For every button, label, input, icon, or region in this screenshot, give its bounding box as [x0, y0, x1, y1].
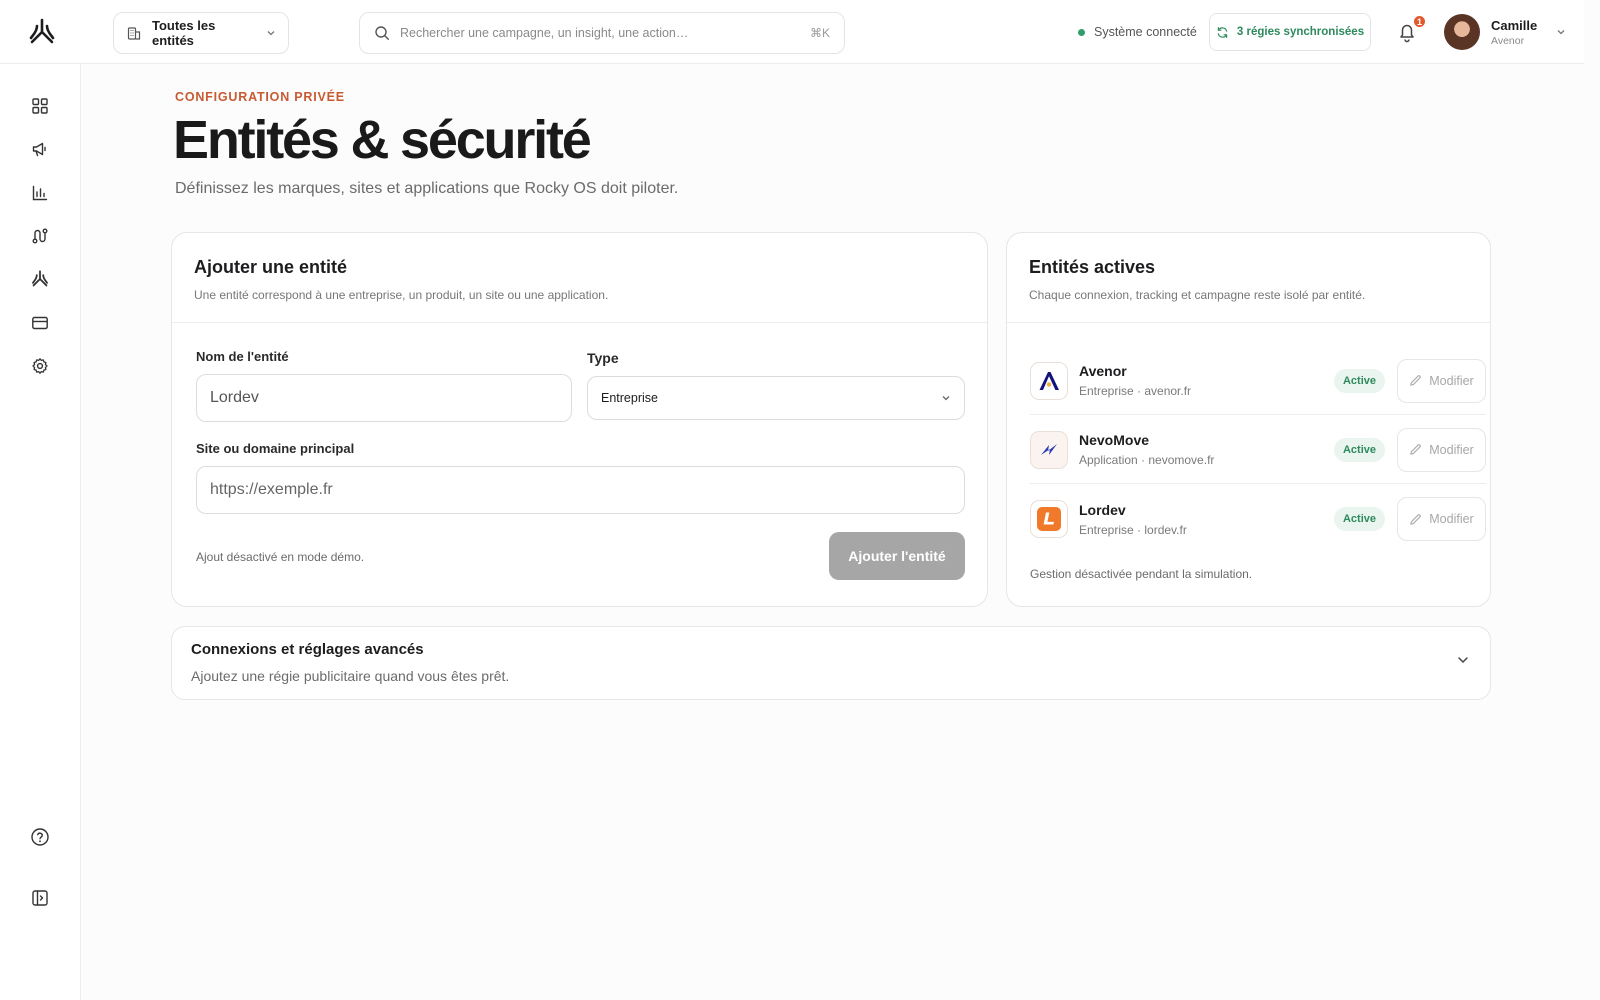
entity-type-value: Entreprise — [601, 391, 658, 405]
add-entity-description: Une entité correspond à une entreprise, … — [194, 288, 609, 302]
nevomove-logo — [1030, 430, 1068, 469]
entity-name-label: Nom de l'entité — [196, 349, 289, 364]
demo-note: Ajout désactivé en mode démo. — [196, 550, 365, 564]
sidebar-item-analytics[interactable] — [28, 181, 52, 205]
system-status-label: Système connecté — [1094, 25, 1197, 39]
entity-name: Avenor — [1079, 363, 1127, 379]
refresh-icon — [1217, 26, 1228, 38]
pencil-icon — [1410, 444, 1422, 455]
sidebar-item-settings[interactable] — [28, 354, 52, 378]
entity-row: NevoMove Application · nevomove.fr Activ… — [1030, 416, 1486, 484]
sidebar-item-help[interactable] — [28, 825, 52, 849]
collapse-sidebar-icon — [32, 890, 48, 906]
entity-meta: Application · nevomove.fr — [1079, 453, 1215, 467]
entity-info: Lordev Entreprise · lordev.fr — [1079, 502, 1334, 537]
building-icon — [127, 27, 141, 40]
megaphone-icon — [32, 142, 46, 157]
entity-info: Avenor Entreprise · avenor.fr — [1079, 363, 1334, 398]
entity-name-input[interactable] — [210, 389, 558, 407]
settings-icon — [32, 358, 48, 374]
notification-badge: 1 — [1412, 14, 1428, 29]
user-info: Camille Avenor — [1491, 18, 1537, 47]
add-entity-button[interactable]: Ajouter l'entité — [829, 532, 965, 580]
modify-button[interactable]: Modifier — [1397, 497, 1486, 541]
entity-selector[interactable]: Toutes les entités — [113, 12, 289, 54]
add-entity-card: Ajouter une entité Une entité correspond… — [171, 232, 988, 607]
chevron-down-icon — [267, 31, 275, 36]
status-badge: Active — [1333, 507, 1385, 531]
user-menu[interactable]: Camille Avenor — [1444, 14, 1566, 50]
entity-meta: Entreprise · lordev.fr — [1079, 522, 1187, 537]
search-shortcut: ⌘K — [809, 26, 830, 40]
bar-chart-icon — [32, 185, 48, 201]
active-entities-title: Entités actives — [1029, 257, 1156, 277]
route-icon — [32, 228, 48, 244]
add-entity-header: Ajouter une entité Une entité correspond… — [172, 233, 987, 323]
add-entity-title: Ajouter une entité — [194, 257, 348, 277]
status-dot — [1078, 28, 1085, 36]
chevron-down-icon — [1557, 30, 1565, 35]
chevron-down-icon — [942, 396, 950, 401]
management-note: Gestion désactivée pendant la simulation… — [1030, 567, 1253, 581]
status-badge: Active — [1333, 368, 1385, 393]
entity-meta: Entreprise · avenor.fr — [1079, 384, 1192, 398]
advanced-title: Connexions et réglages avancés — [191, 641, 424, 658]
system-status: Système connecté — [1078, 25, 1197, 39]
entity-type-label: Type — [587, 350, 619, 366]
chevron-down-icon — [1458, 657, 1468, 664]
sidebar-item-campaigns[interactable] — [28, 137, 52, 161]
global-search[interactable]: ⌘K — [359, 12, 845, 54]
credit-card-icon — [32, 316, 48, 330]
pencil-icon — [1410, 375, 1422, 386]
page-subtitle: Définissez les marques, sites et applica… — [175, 180, 679, 197]
pencil-icon — [1410, 513, 1422, 525]
advanced-settings-accordion[interactable]: Connexions et réglages avancés Ajoutez u… — [171, 626, 1491, 700]
dashboard-icon — [32, 98, 48, 114]
entity-info: NevoMove Application · nevomove.fr — [1079, 432, 1334, 467]
avenor-logo — [1030, 361, 1068, 400]
entity-row: Lordev Entreprise · lordev.fr Active Mod… — [1030, 485, 1486, 553]
status-badge: Active — [1333, 437, 1385, 462]
lordev-logo — [1030, 500, 1068, 538]
sync-button-label: 3 régies synchronisées — [1236, 26, 1365, 38]
help-icon — [31, 828, 49, 846]
sidebar-item-billing[interactable] — [28, 311, 52, 335]
active-entities-description: Chaque connexion, tracking et campagne r… — [1029, 288, 1366, 302]
sidebar-item-routes[interactable] — [28, 224, 52, 248]
sidebar — [0, 64, 81, 1000]
sidebar-item-rocky[interactable] — [28, 267, 52, 291]
modify-button-label: Modifier — [1429, 442, 1474, 457]
search-input[interactable] — [400, 26, 800, 40]
domain-input[interactable] — [210, 481, 951, 499]
rocky-logo-icon — [32, 270, 48, 287]
avatar — [1444, 14, 1480, 50]
entity-type-select[interactable]: Entreprise — [587, 376, 965, 420]
domain-label: Site ou domaine principal — [196, 441, 355, 456]
entity-name: NevoMove — [1079, 432, 1150, 448]
modify-button[interactable]: Modifier — [1397, 358, 1486, 403]
user-name: Camille — [1491, 17, 1538, 33]
active-entities-card: Entités actives Chaque connexion, tracki… — [1006, 232, 1491, 607]
active-entities-header: Entités actives Chaque connexion, tracki… — [1007, 233, 1490, 323]
entity-row: Avenor Entreprise · avenor.fr Active Mod… — [1030, 347, 1486, 415]
advanced-subtitle: Ajoutez une régie publicitaire quand vou… — [191, 668, 510, 684]
user-org: Avenor — [1491, 34, 1525, 47]
sync-button[interactable]: 3 régies synchronisées — [1209, 13, 1371, 51]
page-eyebrow: CONFIGURATION PRIVÉE — [175, 90, 345, 104]
sidebar-item-dashboard[interactable] — [28, 94, 52, 118]
search-icon — [375, 26, 389, 40]
domain-field[interactable] — [196, 466, 965, 514]
entity-name-field[interactable] — [196, 374, 572, 422]
modify-button[interactable]: Modifier — [1397, 427, 1486, 472]
modify-button-label: Modifier — [1429, 373, 1474, 388]
modify-button-label: Modifier — [1429, 512, 1474, 526]
rocky-logo-icon[interactable] — [28, 18, 56, 46]
sidebar-collapse-button[interactable] — [28, 886, 52, 910]
top-bar: Toutes les entités ⌘K Système connecté 3… — [0, 0, 1584, 64]
entity-name: Lordev — [1079, 501, 1126, 518]
entity-selector-label: Toutes les entités — [152, 18, 216, 48]
page-title: Entités & sécurité — [173, 110, 592, 170]
